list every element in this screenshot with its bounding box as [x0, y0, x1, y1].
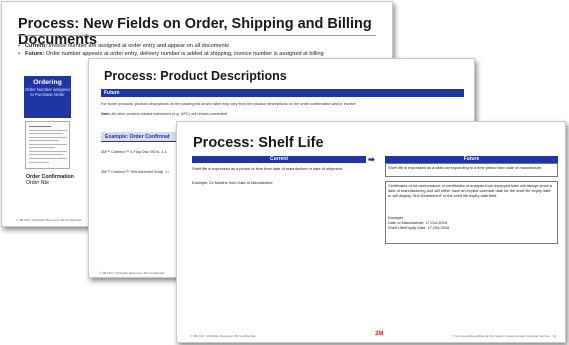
- example-row: 3M™ Cubitron™ Self Adherent Wrap, 1 i: [101, 170, 170, 174]
- slide-shelf-life: Process: Shelf Life Current ➡ Future She…: [176, 121, 566, 343]
- ordering-title: Ordering: [33, 79, 62, 86]
- example-row: 3M™ Cubitron™ II Flap Disc 967A, 4-1: [101, 150, 167, 154]
- title-rule: [18, 35, 376, 36]
- slide-title: Process: Shelf Life: [193, 135, 324, 151]
- order-confirmation-label: Order Confirmation Order Nbr: [26, 174, 74, 187]
- current-example: Example: 24 Months from Date of Manufact…: [192, 180, 273, 185]
- bullet-future-label: Future:: [25, 50, 45, 57]
- current-header: Current: [192, 156, 366, 163]
- doc-line: [29, 147, 55, 148]
- document-thumbnail: [25, 121, 70, 169]
- future-band: Future: [101, 89, 464, 97]
- slide-footer: © 3M 2017. All Rights Reserved. 3M Confi…: [16, 218, 82, 222]
- future-paragraph: For some products, product descriptions …: [101, 102, 357, 106]
- doc-line: [29, 137, 67, 138]
- doc-line: [29, 158, 67, 159]
- doc-line: [29, 130, 67, 131]
- doc-line: [29, 154, 63, 155]
- slide-title: Process: Product Descriptions: [104, 69, 287, 83]
- doc-line: [29, 126, 51, 127]
- future-header: Future: [385, 156, 558, 163]
- doc-line: [29, 162, 49, 163]
- bullet-list: Current: Invoice number are assigned at …: [18, 43, 378, 59]
- note-label: Note:: [101, 112, 111, 116]
- doc-line: [29, 151, 67, 152]
- page-number: 11: [552, 334, 556, 338]
- future-text: Shelf life is expressed as a date corres…: [388, 165, 543, 170]
- doc-line: [29, 140, 59, 141]
- confirmation-subtitle: Order Nbr: [26, 180, 50, 187]
- footer-contact-text: If you would like additional information…: [453, 334, 551, 338]
- bullet-current-text: Invoice number are assigned at order ent…: [47, 43, 229, 49]
- future-example-line: Shelf Life/Expiry Date: 17-Oct-2018: [388, 225, 450, 230]
- arrow-right-icon: ➡: [368, 155, 375, 164]
- current-text: Shelf life is expressed as a period of t…: [192, 166, 343, 171]
- 3m-logo: 3M: [375, 331, 384, 337]
- ordering-box: Ordering Order Number assigned to Purcha…: [24, 76, 71, 118]
- slide-footer: © 3M 2017. All Rights Reserved. 3M Confi…: [190, 334, 256, 338]
- ordering-subtitle: Order Number assigned to Purchase Order: [25, 87, 70, 97]
- bullet-future-text: Order number appears at order entry, del…: [44, 50, 324, 57]
- doc-line: [29, 144, 67, 145]
- slide-footer: © 3M 2017. All Rights Reserved. 3M Confi…: [99, 271, 165, 275]
- note-line: Note: All other product-related referenc…: [101, 112, 228, 116]
- footer-contact: If you would like additional information…: [453, 334, 556, 338]
- bullet-current-label: Current:: [25, 43, 48, 49]
- future-detail: Certificates of lot conformance or certi…: [388, 183, 552, 199]
- doc-line: [29, 133, 63, 134]
- bullet-current: Current: Invoice number are assigned at …: [18, 43, 378, 51]
- note-text: All other product-related references (e.…: [110, 112, 229, 116]
